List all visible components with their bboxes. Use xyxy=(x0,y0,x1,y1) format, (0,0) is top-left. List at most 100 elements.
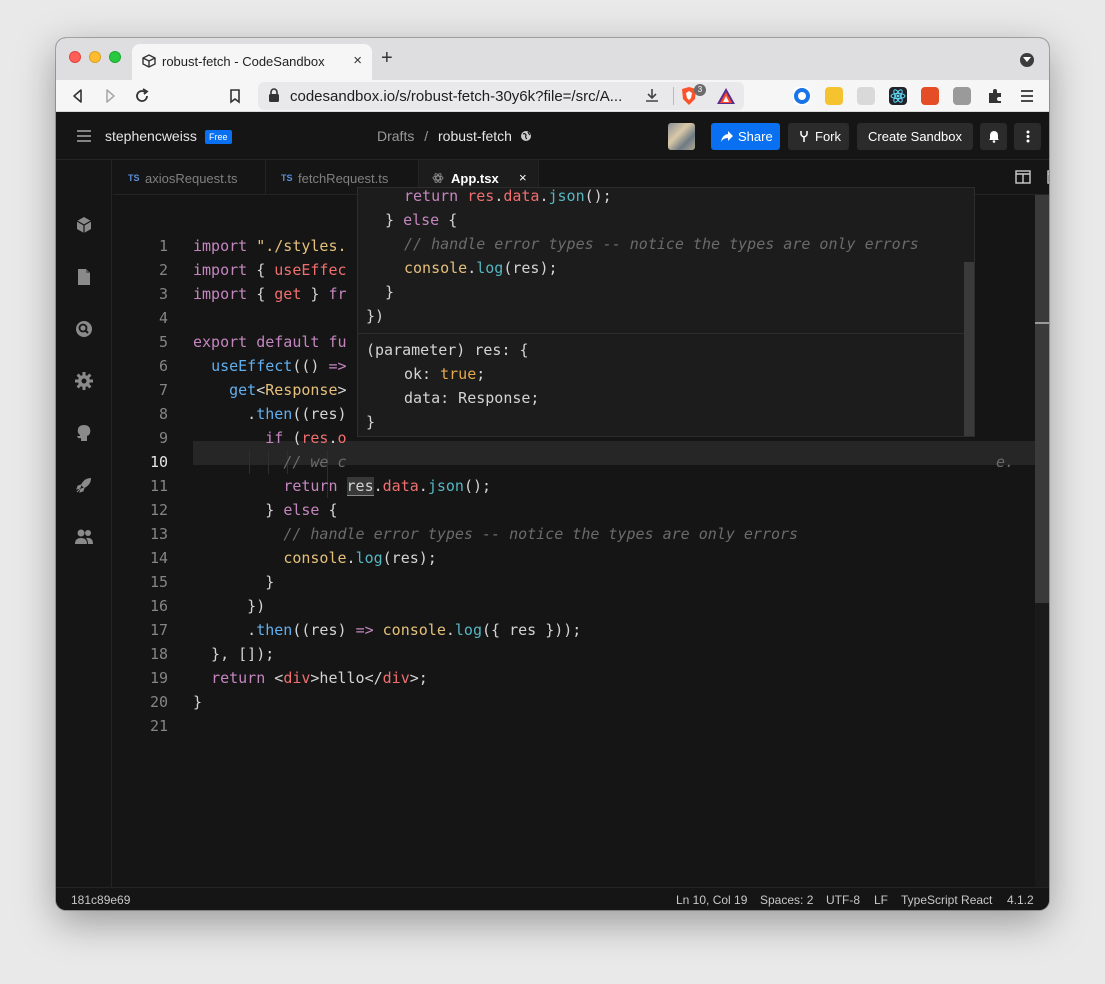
share-button[interactable]: Share xyxy=(711,123,780,150)
zoom-window-button[interactable] xyxy=(109,51,121,63)
line-number: 2 xyxy=(158,261,168,279)
line-number: 21 xyxy=(149,717,168,735)
preview-icon[interactable] xyxy=(1047,170,1049,184)
avatar[interactable] xyxy=(668,123,695,150)
sandbox-header: stephencweiss Free Drafts / robust-fetch… xyxy=(56,112,1049,160)
cursor-position[interactable]: Ln 10, Col 19 xyxy=(676,893,747,907)
indentation[interactable]: Spaces: 2 xyxy=(760,893,813,907)
tab-label: axiosRequest.ts xyxy=(145,171,238,186)
extension-notes-icon[interactable] xyxy=(825,87,843,105)
tab-close-icon[interactable]: × xyxy=(519,170,527,185)
fork-button[interactable]: Fork xyxy=(788,123,849,150)
hover-tooltip: return res.data.json(); } else { // hand… xyxy=(357,187,975,437)
more-options-button[interactable] xyxy=(1014,123,1041,150)
tab-axios-request[interactable]: TS axiosRequest.ts xyxy=(113,160,266,195)
line-number: 8 xyxy=(158,405,168,423)
tab-close-icon[interactable]: × xyxy=(353,52,362,69)
scrollbar-cursor-marker xyxy=(1035,322,1049,324)
extension-image-icon[interactable] xyxy=(953,87,971,105)
react-file-icon xyxy=(432,173,444,183)
breadcrumb-folder[interactable]: Drafts xyxy=(377,128,414,144)
code-line: export default fu xyxy=(193,333,347,351)
hover-code-line: }) xyxy=(366,307,385,325)
line-number: 14 xyxy=(149,549,168,567)
sandbox-name[interactable]: robust-fetch xyxy=(438,128,512,144)
forward-icon[interactable] xyxy=(100,86,120,106)
encoding[interactable]: UTF-8 xyxy=(826,893,860,907)
line-number: 5 xyxy=(158,333,168,351)
browser-window: robust-fetch - CodeSandbox × + codesandb… xyxy=(56,38,1049,910)
line-number: 6 xyxy=(158,357,168,375)
browser-tab-bar: robust-fetch - CodeSandbox × + xyxy=(56,38,1049,80)
close-window-button[interactable] xyxy=(69,51,81,63)
typescript-file-icon: TS xyxy=(281,173,293,183)
react-devtools-icon[interactable] xyxy=(889,87,907,105)
editor-scrollbar[interactable] xyxy=(1035,195,1049,887)
line-number: 12 xyxy=(149,501,168,519)
download-icon[interactable] xyxy=(644,87,660,105)
line-number: 3 xyxy=(158,285,168,303)
split-editor-icon[interactable] xyxy=(1015,170,1031,184)
language-mode[interactable]: TypeScript React xyxy=(901,893,992,907)
code-line: .then((res) => console.log({ res })); xyxy=(193,621,582,639)
typescript-version[interactable]: 4.1.2 xyxy=(1007,893,1034,907)
settings-gear-icon[interactable] xyxy=(74,371,94,391)
browser-menu-icon[interactable] xyxy=(1017,86,1037,106)
new-tab-button[interactable]: + xyxy=(381,47,393,70)
tab-search-icon[interactable] xyxy=(1020,53,1034,67)
scrollbar-thumb[interactable] xyxy=(1035,195,1049,603)
browser-toolbar: codesandbox.io/s/robust-fetch-30y6k?file… xyxy=(56,80,1049,112)
minimize-window-button[interactable] xyxy=(89,51,101,63)
hamburger-menu-icon[interactable] xyxy=(76,130,92,142)
brave-rewards-icon[interactable] xyxy=(716,87,736,105)
line-number: 17 xyxy=(149,621,168,639)
line-number: 20 xyxy=(149,693,168,711)
back-icon[interactable] xyxy=(68,86,88,106)
line-number: 15 xyxy=(149,573,168,591)
code-line: console.log(res); xyxy=(283,549,437,567)
commit-hash[interactable]: 181c89e69 xyxy=(71,893,130,907)
fork-label: Fork xyxy=(815,129,841,144)
search-icon[interactable] xyxy=(74,319,94,339)
extension-trash-icon[interactable] xyxy=(857,87,875,105)
code-line: return res.data.json(); xyxy=(283,477,492,496)
deploy-rocket-icon[interactable] xyxy=(74,475,94,495)
extensions-puzzle-icon[interactable] xyxy=(985,86,1005,106)
bookmark-icon[interactable] xyxy=(225,86,245,106)
line-number: 4 xyxy=(158,309,168,327)
line-number: 19 xyxy=(149,669,168,687)
hover-scrollbar[interactable] xyxy=(964,262,974,436)
github-icon[interactable] xyxy=(74,423,94,443)
code-line: } xyxy=(193,693,203,711)
shields-count-badge: 3 xyxy=(694,84,706,96)
hover-code-line: // handle error types -- notice the type… xyxy=(404,235,919,253)
url-text: codesandbox.io/s/robust-fetch-30y6k?file… xyxy=(290,88,623,105)
line-number: 1 xyxy=(158,237,168,255)
code-line: .then((res) xyxy=(193,405,347,423)
notifications-button[interactable] xyxy=(980,123,1007,150)
code-line: } else { xyxy=(193,501,338,519)
browser-tab[interactable]: robust-fetch - CodeSandbox × xyxy=(132,44,372,80)
lock-icon xyxy=(269,88,279,102)
username[interactable]: stephencweiss xyxy=(105,128,197,144)
breadcrumb-separator: / xyxy=(424,128,429,144)
line-number: 7 xyxy=(158,381,168,399)
end-of-line[interactable]: LF xyxy=(874,893,888,907)
code-line: }) xyxy=(193,597,266,615)
line-number: 13 xyxy=(149,525,168,543)
sandbox-info-icon[interactable] xyxy=(74,215,94,235)
extension-e-icon[interactable] xyxy=(921,87,939,105)
create-sandbox-button[interactable]: Create Sandbox xyxy=(857,123,973,150)
breadcrumb: Drafts / robust-fetch xyxy=(377,128,532,144)
reload-icon[interactable] xyxy=(132,86,152,106)
hover-signature: ok: true; xyxy=(404,365,486,383)
file-explorer-icon[interactable] xyxy=(74,267,94,287)
live-users-icon[interactable] xyxy=(74,527,94,547)
code-line: // we c xyxy=(283,453,347,471)
bell-icon xyxy=(989,131,999,143)
code-line: get<Response> xyxy=(229,381,347,399)
hover-code-line: console.log(res); xyxy=(404,259,558,277)
extension-1password-icon[interactable] xyxy=(793,87,811,105)
address-bar[interactable]: codesandbox.io/s/robust-fetch-30y6k?file… xyxy=(258,82,744,110)
hover-signature: } xyxy=(366,413,376,431)
